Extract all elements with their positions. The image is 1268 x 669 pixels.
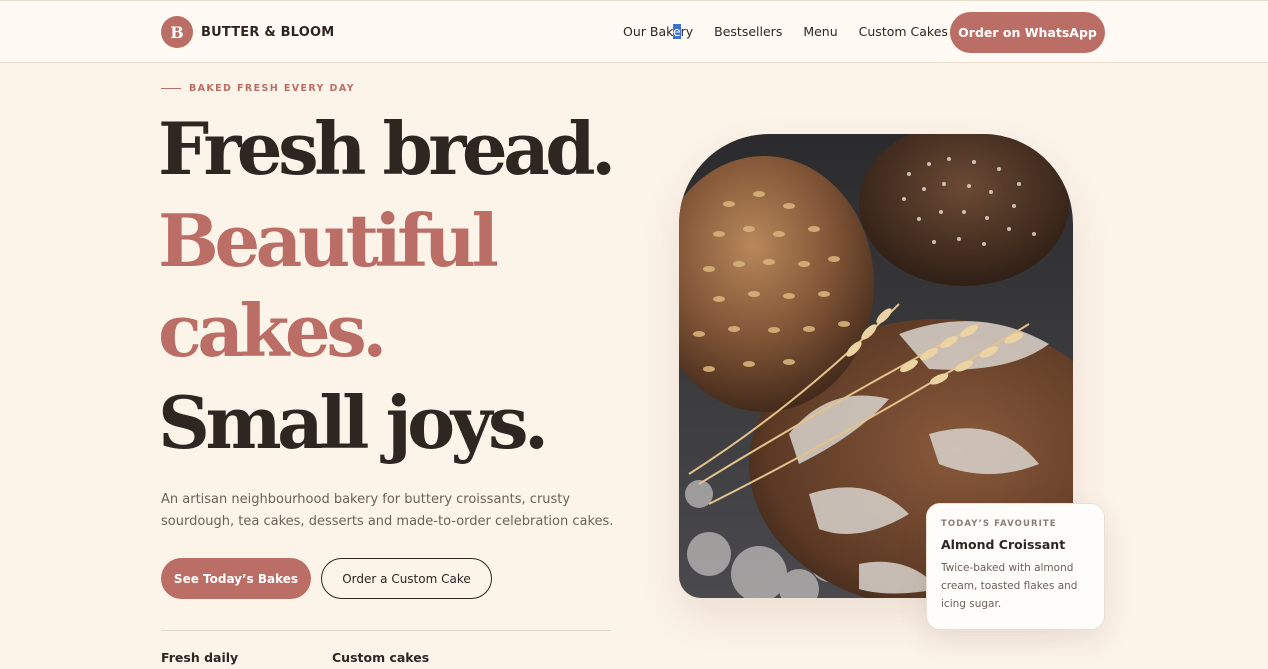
stat-fresh-daily: Fresh daily [161,650,239,665]
brand-name: BUTTER & BLOOM [201,24,335,40]
todays-favourite-card[interactable]: TODAY’S FAVOURITE Almond Croissant Twice… [926,503,1105,630]
eyebrow-rule [161,88,181,89]
headline-line-3: cakes. [158,288,387,373]
card-eyebrow: TODAY’S FAVOURITE [941,519,1057,529]
order-on-whatsapp-button[interactable]: Order on WhatsApp [950,12,1105,53]
nav-links: Our Bakery Bestsellers Menu Custom Cakes [623,24,969,39]
text-selection: e [672,24,681,39]
headline-line-2: Beautiful [158,198,499,283]
nav-link-custom-cakes[interactable]: Custom Cakes [859,24,948,39]
card-description: Twice-baked with almond cream, toasted f… [941,562,1078,610]
hero-divider [161,630,611,631]
card-title: Almond Croissant [941,537,1066,552]
nav-link-menu[interactable]: Menu [803,24,837,39]
brand-logo-icon: B [161,16,193,48]
stat-custom-cakes: Custom cakes [332,650,430,665]
headline-line-4: Small joys. [158,380,549,465]
nav-link-our-bakery[interactable]: Our Bakery [623,24,693,39]
eyebrow-text: BAKED FRESH EVERY DAY [189,83,355,94]
headline-line-1: Fresh bread. [158,106,616,191]
nav-link-bestsellers[interactable]: Bestsellers [714,24,782,39]
hero-eyebrow: BAKED FRESH EVERY DAY [161,83,355,94]
order-custom-cake-button[interactable]: Order a Custom Cake [321,558,492,599]
hero-description: An artisan neighbourhood bakery for butt… [161,492,614,529]
see-todays-bakes-button[interactable]: See Today’s Bakes [161,558,311,599]
top-navigation: B BUTTER & BLOOM Our Bakery Bestsellers … [0,0,1268,63]
brand-logo[interactable]: B BUTTER & BLOOM [161,16,334,48]
